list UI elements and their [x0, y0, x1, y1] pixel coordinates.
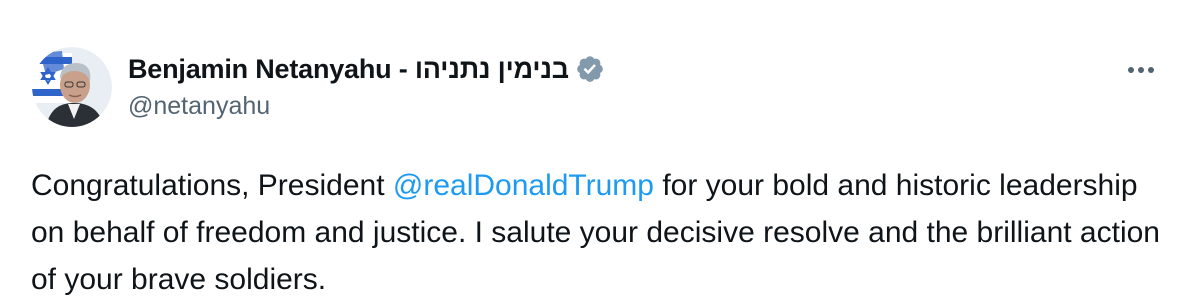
avatar[interactable] — [32, 47, 112, 127]
user-handle[interactable]: @netanyahu — [128, 92, 270, 121]
verified-badge-icon — [577, 56, 603, 82]
more-options-icon[interactable] — [1121, 55, 1161, 85]
display-name-row[interactable]: Benjamin Netanyahu - בנימין נתניהו — [128, 50, 605, 88]
tweet-text: Congratulations, President @realDonaldTr… — [31, 162, 1171, 303]
tweet-text-start: Congratulations, President — [31, 169, 393, 202]
display-name[interactable]: Benjamin Netanyahu - בנימין נתניהו — [128, 54, 569, 85]
mention-link[interactable]: @realDonaldTrump — [393, 169, 654, 202]
tweet-card: Benjamin Netanyahu - בנימין נתניהו @neta… — [0, 0, 1188, 297]
